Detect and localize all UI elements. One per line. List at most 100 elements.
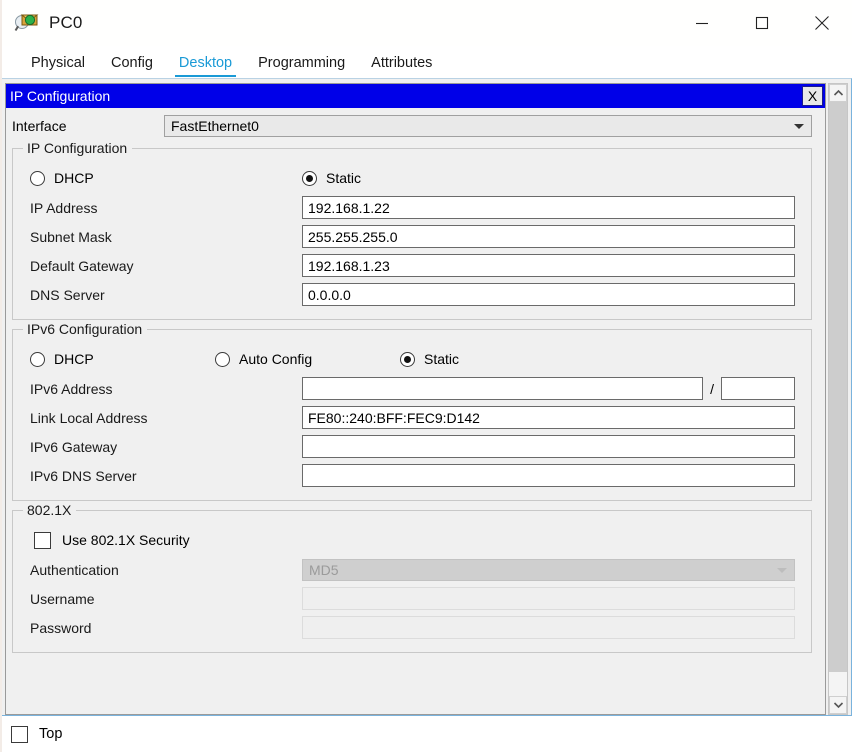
- scrollbar-track[interactable]: [829, 102, 847, 696]
- ipv6-gateway-label: IPv6 Gateway: [30, 438, 118, 455]
- dns-server-label: DNS Server: [30, 286, 105, 303]
- ip-configuration-close-button[interactable]: X: [802, 86, 823, 106]
- window-title: PC0: [49, 13, 83, 32]
- close-icon: [815, 16, 829, 30]
- authentication-value: MD5: [309, 561, 339, 578]
- ip-address-label: IP Address: [30, 199, 98, 216]
- pc0-window: PC0 Physical Config Desktop Programming …: [0, 0, 852, 752]
- authentication-select[interactable]: MD5: [302, 558, 795, 581]
- use-dot1x-security-checkbox[interactable]: [34, 531, 51, 549]
- username-row: Username: [13, 584, 811, 613]
- ipv6-gateway-input[interactable]: [302, 435, 795, 458]
- maximize-button[interactable]: [732, 0, 792, 46]
- ipv4-configuration-group: IP Configuration DHCP Static IP Address: [12, 140, 812, 320]
- vertical-scrollbar[interactable]: [828, 83, 848, 715]
- ipv4-static-label: Static: [326, 170, 362, 186]
- default-gateway-label: Default Gateway: [30, 257, 134, 274]
- link-local-address-label: Link Local Address: [30, 409, 148, 426]
- username-label: Username: [30, 590, 95, 607]
- ipv6-group-title: IPv6 Configuration: [23, 321, 148, 337]
- tab-physical[interactable]: Physical: [18, 55, 98, 78]
- minimize-icon: [696, 22, 708, 25]
- ipv4-static-radio[interactable]: [302, 170, 317, 186]
- tab-config[interactable]: Config: [98, 55, 166, 78]
- ipv6-prefix-separator: /: [710, 380, 714, 397]
- use-dot1x-security-row[interactable]: Use 802.1X Security: [13, 525, 811, 555]
- chevron-up-icon: [833, 89, 843, 96]
- tab-programming[interactable]: Programming: [245, 55, 358, 78]
- password-row: Password: [13, 613, 811, 642]
- ipv6-static-option[interactable]: Static: [400, 351, 459, 367]
- ip-configuration-caption-bar: IP Configuration X: [6, 84, 825, 108]
- password-input[interactable]: [302, 616, 795, 639]
- window-title-bar: PC0: [0, 0, 852, 46]
- ipv4-dhcp-radio[interactable]: [30, 170, 45, 186]
- chevron-down-icon: [794, 124, 804, 129]
- chevron-down-icon: [777, 567, 787, 573]
- close-button[interactable]: [792, 0, 852, 46]
- interface-label: Interface: [12, 118, 67, 134]
- link-local-address-row: Link Local Address FE80::240:BFF:FEC9:D1…: [13, 403, 811, 432]
- ipv6-dns-server-row: IPv6 DNS Server: [13, 461, 811, 490]
- ipv6-auto-config-label: Auto Config: [239, 351, 313, 367]
- pc-device-icon: [14, 11, 40, 35]
- subnet-mask-row: Subnet Mask 255.255.255.0: [13, 222, 811, 251]
- dns-server-input[interactable]: 0.0.0.0: [302, 283, 795, 306]
- ipv4-dhcp-option[interactable]: DHCP: [30, 170, 302, 186]
- desktop-content-frame: IP Configuration X Interface FastEtherne…: [0, 78, 852, 716]
- ipv6-dns-server-label: IPv6 DNS Server: [30, 467, 137, 484]
- tab-desktop[interactable]: Desktop: [166, 55, 245, 78]
- top-checkbox[interactable]: [11, 725, 28, 743]
- scrollbar-thumb[interactable]: [829, 102, 847, 673]
- ipv6-static-radio[interactable]: [400, 351, 415, 367]
- ipv6-auto-config-radio[interactable]: [215, 351, 230, 367]
- default-gateway-row: Default Gateway 192.168.1.23: [13, 251, 811, 280]
- ipv6-dhcp-radio[interactable]: [30, 351, 45, 367]
- ipv6-gateway-row: IPv6 Gateway: [13, 432, 811, 461]
- title-bar-left: PC0: [0, 11, 82, 35]
- ipv4-mode-row: DHCP Static: [13, 163, 811, 193]
- ipv6-prefix-input[interactable]: [721, 377, 795, 400]
- panel-wrapper: IP Configuration X Interface FastEtherne…: [1, 79, 851, 715]
- dot1x-group-title: 802.1X: [23, 502, 77, 518]
- dns-server-row: DNS Server 0.0.0.0: [13, 280, 811, 309]
- ipv6-dhcp-option[interactable]: DHCP: [30, 351, 215, 367]
- ipv6-address-row: IPv6 Address /: [13, 374, 811, 403]
- ipv4-dhcp-label: DHCP: [54, 170, 94, 186]
- ipv6-address-input[interactable]: [302, 377, 704, 400]
- ipv6-address-label: IPv6 Address: [30, 380, 113, 397]
- ipv6-address-group: /: [302, 377, 795, 400]
- scroll-up-button[interactable]: [829, 84, 847, 102]
- subnet-mask-input[interactable]: 255.255.255.0: [302, 225, 795, 248]
- scroll-down-button[interactable]: [829, 696, 847, 714]
- interface-value: FastEthernet0: [171, 118, 259, 134]
- ipv6-dns-server-input[interactable]: [302, 464, 795, 487]
- tab-bar: Physical Config Desktop Programming Attr…: [0, 46, 852, 78]
- dot1x-group: 802.1X Use 802.1X Security Authenticatio…: [12, 502, 812, 653]
- subnet-mask-label: Subnet Mask: [30, 228, 112, 245]
- ipv6-dhcp-label: DHCP: [54, 351, 94, 367]
- ipv6-configuration-group: IPv6 Configuration DHCP Auto Config Stat…: [12, 321, 812, 501]
- tab-attributes[interactable]: Attributes: [358, 55, 445, 78]
- authentication-label: Authentication: [30, 561, 119, 578]
- link-local-address-input[interactable]: FE80::240:BFF:FEC9:D142: [302, 406, 795, 429]
- ip-configuration-panel: IP Configuration X Interface FastEtherne…: [5, 83, 826, 715]
- ipv6-static-label: Static: [424, 351, 460, 367]
- default-gateway-input[interactable]: 192.168.1.23: [302, 254, 795, 277]
- authentication-row: Authentication MD5: [13, 555, 811, 584]
- ipv6-auto-config-option[interactable]: Auto Config: [215, 351, 400, 367]
- ip-address-row: IP Address 192.168.1.22: [13, 193, 811, 222]
- ip-configuration-caption-title: IP Configuration: [10, 88, 111, 104]
- ip-address-input[interactable]: 192.168.1.22: [302, 196, 795, 219]
- ipv4-group-title: IP Configuration: [23, 140, 133, 156]
- interface-select[interactable]: FastEthernet0: [164, 115, 812, 137]
- maximize-icon: [755, 16, 769, 30]
- top-checkbox-label: Top: [39, 726, 63, 742]
- interface-row: Interface FastEthernet0: [6, 113, 825, 139]
- minimize-button[interactable]: [672, 0, 732, 46]
- window-controls: [672, 0, 852, 46]
- use-dot1x-security-label: Use 802.1X Security: [62, 532, 190, 548]
- username-input[interactable]: [302, 587, 795, 610]
- chevron-down-icon: [833, 702, 843, 709]
- ipv4-static-option[interactable]: Static: [302, 170, 361, 186]
